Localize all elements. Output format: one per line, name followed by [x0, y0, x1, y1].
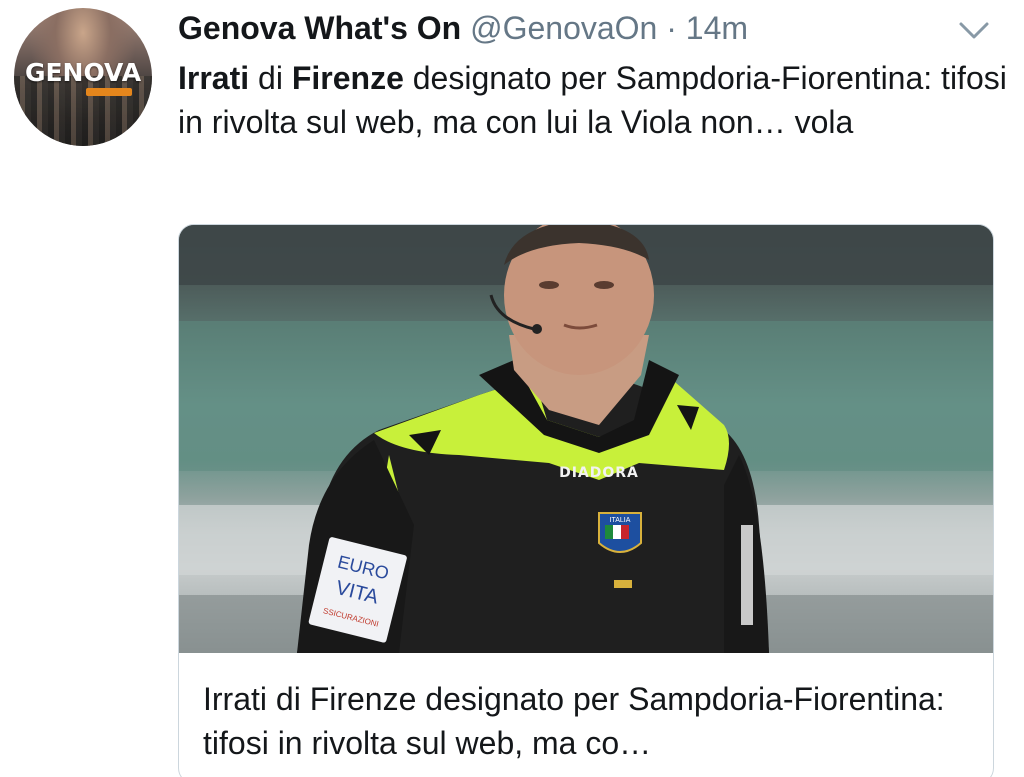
author-handle[interactable]: @GenovaOn	[470, 10, 657, 46]
tweet-text-bold-2[interactable]: Firenze	[292, 60, 404, 96]
avatar[interactable]: GENOVA	[14, 8, 152, 146]
separator-dot: ·	[666, 10, 677, 46]
link-card[interactable]: EURO VITA SSICURAZIONI DIADORA ITALIA Ir…	[178, 224, 994, 777]
tweet-text: Irrati di Firenze designato per Sampdori…	[178, 56, 1008, 144]
card-title[interactable]: Irrati di Firenze designato per Sampdori…	[203, 677, 973, 765]
tweet-timestamp[interactable]: 14m	[686, 10, 748, 46]
tweet-text-segment: di	[249, 60, 292, 96]
badge-text: ITALIA	[610, 517, 631, 524]
jersey-brand: DIADORA	[559, 465, 639, 481]
chevron-down-icon[interactable]	[956, 16, 992, 44]
tweet[interactable]: GENOVA Genova What's On @GenovaOn · 14m …	[0, 0, 1024, 777]
card-image[interactable]: EURO VITA SSICURAZIONI DIADORA ITALIA	[179, 225, 993, 653]
tweet-header: Genova What's On @GenovaOn · 14m	[178, 8, 748, 48]
tweet-text-bold-1[interactable]: Irrati	[178, 60, 249, 96]
avatar-logo-text: GENOVA	[24, 58, 142, 87]
avatar-logo-accent	[86, 88, 132, 96]
author-display-name[interactable]: Genova What's On	[178, 10, 461, 46]
referee-photo: EURO VITA SSICURAZIONI DIADORA ITALIA	[179, 225, 993, 653]
